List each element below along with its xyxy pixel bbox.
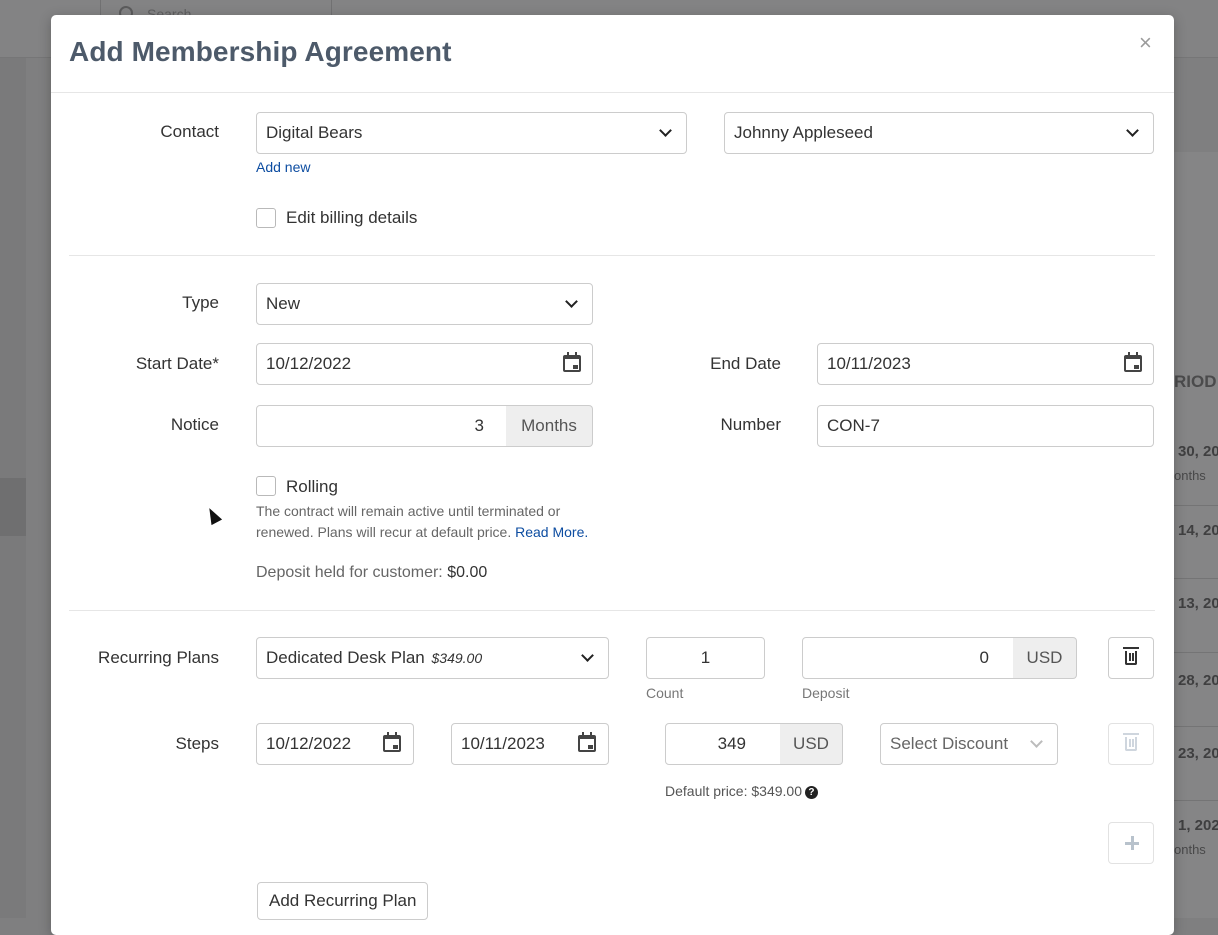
end-date-label: End Date xyxy=(710,354,781,373)
section-divider xyxy=(69,610,1155,611)
delete-step-button[interactable] xyxy=(1108,723,1154,765)
modal-title: Add Membership Agreement xyxy=(69,36,452,67)
notice-label: Notice xyxy=(170,415,219,434)
start-date-picker-button[interactable] xyxy=(551,343,593,385)
plus-icon xyxy=(1125,836,1139,850)
chevron-down-icon xyxy=(1126,124,1139,137)
background-row-date: 30, 20 xyxy=(1178,443,1218,460)
background-row-date: 28, 20 xyxy=(1178,672,1218,689)
chevron-down-icon xyxy=(659,124,672,137)
background-row-date: 1, 202 xyxy=(1178,817,1218,834)
default-price-text: Default price: $349.00 xyxy=(665,783,802,799)
contact-person-value: Johnny Appleseed xyxy=(734,123,873,142)
background-period-header: RIOD xyxy=(1174,372,1217,391)
discount-placeholder: Select Discount xyxy=(890,734,1009,753)
contact-company-value: Digital Bears xyxy=(266,123,363,142)
rolling-label[interactable]: Rolling xyxy=(286,477,338,497)
add-new-contact-link[interactable]: Add new xyxy=(256,159,310,175)
background-row-date: 13, 20 xyxy=(1178,595,1218,612)
background-row-sub: onths xyxy=(1174,842,1206,857)
rolling-help-text: The contract will remain active until te… xyxy=(256,501,616,543)
add-membership-agreement-modal: Add Membership Agreement × Contact Digit… xyxy=(51,15,1174,935)
contact-person-select[interactable]: Johnny Appleseed xyxy=(724,112,1154,154)
select-discount-dropdown[interactable]: Select Discount xyxy=(880,723,1058,765)
type-value: New xyxy=(266,294,301,313)
read-more-link[interactable]: Read More. xyxy=(515,524,588,540)
calendar-icon xyxy=(578,731,596,752)
contract-number-input[interactable] xyxy=(817,405,1154,447)
step-end-picker-button[interactable] xyxy=(566,723,609,765)
add-recurring-plan-button[interactable]: Add Recurring Plan xyxy=(257,882,429,920)
notice-unit-addon: Months xyxy=(506,405,593,447)
end-date-input[interactable] xyxy=(817,343,1113,385)
deposit-held-amount: $0.00 xyxy=(447,564,488,581)
chevron-down-icon xyxy=(565,295,578,308)
number-label: Number xyxy=(720,415,781,434)
recurring-plan-select[interactable]: Dedicated Desk Plan $349.00 xyxy=(256,637,609,679)
step-currency-addon: USD xyxy=(780,723,843,765)
steps-label: Steps xyxy=(175,734,219,753)
header-divider xyxy=(51,92,1174,93)
section-divider xyxy=(69,255,1155,256)
close-icon[interactable]: × xyxy=(1139,32,1152,54)
background-row-date: 14, 20 xyxy=(1178,522,1218,539)
start-date-input[interactable] xyxy=(256,343,552,385)
end-date-picker-button[interactable] xyxy=(1112,343,1154,385)
add-step-button[interactable] xyxy=(1108,822,1154,864)
trash-icon xyxy=(1123,647,1139,665)
calendar-icon xyxy=(1123,351,1142,372)
background-row-sub: onths xyxy=(1174,468,1206,483)
step-start-date-input[interactable] xyxy=(256,723,372,765)
question-circle-icon[interactable]: ? xyxy=(804,786,818,799)
plan-count-input[interactable] xyxy=(646,637,765,679)
chevron-down-icon xyxy=(1030,735,1043,748)
chevron-down-icon xyxy=(581,649,594,662)
plan-deposit-input[interactable] xyxy=(802,637,1014,679)
step-start-picker-button[interactable] xyxy=(371,723,414,765)
background-sidebar xyxy=(0,58,26,918)
type-select[interactable]: New xyxy=(256,283,593,325)
contact-label: Contact xyxy=(160,122,219,141)
plan-name: Dedicated Desk Plan xyxy=(266,648,425,667)
deposit-held-label: Deposit held for customer: xyxy=(256,564,443,581)
step-end-date-input[interactable] xyxy=(451,723,567,765)
background-row-date: 23, 20 xyxy=(1178,745,1218,762)
recurring-plans-label: Recurring Plans xyxy=(98,648,219,667)
trash-icon xyxy=(1123,733,1139,751)
type-label: Type xyxy=(182,293,219,312)
edit-billing-checkbox[interactable] xyxy=(256,208,276,228)
step-price-input[interactable] xyxy=(665,723,781,765)
notice-input[interactable] xyxy=(256,405,507,447)
rolling-checkbox[interactable] xyxy=(256,476,276,496)
deposit-label: Deposit xyxy=(802,685,850,701)
plan-price: $349.00 xyxy=(431,650,483,666)
start-date-label: Start Date* xyxy=(135,354,219,373)
deposit-currency-addon: USD xyxy=(1013,637,1077,679)
default-price-note: Default price: $349.00? xyxy=(665,783,818,799)
delete-plan-button[interactable] xyxy=(1108,637,1154,679)
calendar-icon xyxy=(562,351,581,372)
contact-company-select[interactable]: Digital Bears xyxy=(256,112,687,154)
edit-billing-label[interactable]: Edit billing details xyxy=(286,208,417,228)
deposit-held-text: Deposit held for customer: $0.00 xyxy=(256,564,487,582)
calendar-icon xyxy=(383,731,401,752)
count-label: Count xyxy=(646,685,684,701)
background-sidebar-selected xyxy=(0,478,26,536)
